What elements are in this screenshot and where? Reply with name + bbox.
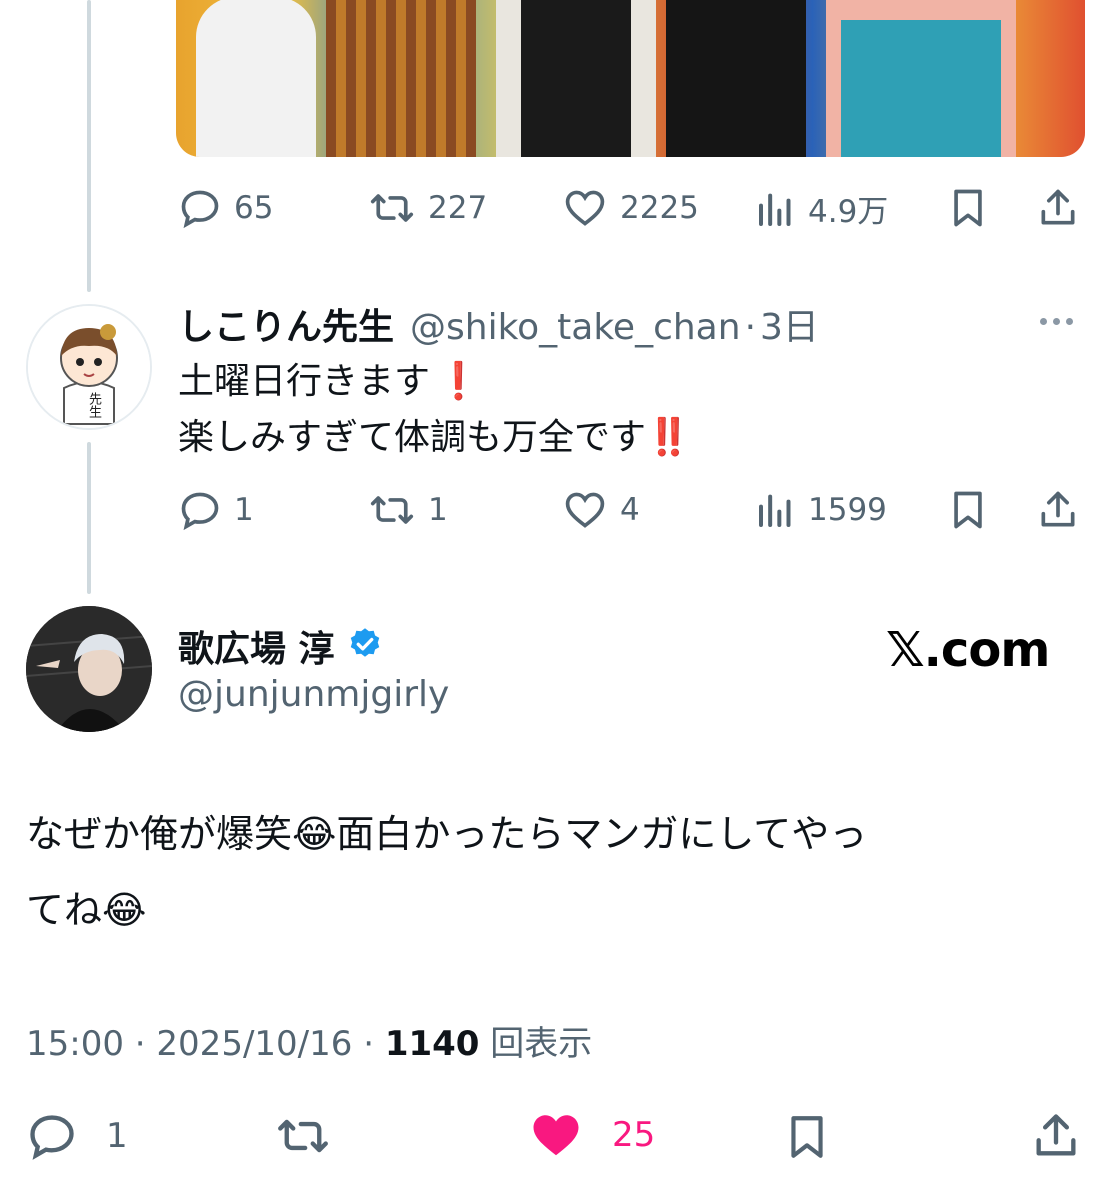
exclamation-emoji: ❗ [436, 361, 481, 402]
retweet-button-top[interactable]: 227 [368, 186, 487, 230]
separator-dot: · [744, 307, 757, 348]
heart-icon [562, 488, 608, 532]
user-handle[interactable]: @shiko_take_chan [410, 307, 741, 348]
main-tweet-text: なぜか俺が爆笑😂面白かったらマンガにしてやっ てね😂 [26, 796, 867, 948]
reply-time[interactable]: 3日 [760, 298, 819, 350]
tweet-photo[interactable] [176, 0, 1085, 157]
main-like-count: 25 [612, 1115, 656, 1155]
views-icon [756, 187, 796, 231]
retweet-button-reply[interactable]: 1 [368, 488, 448, 532]
bookmark-icon [946, 186, 990, 230]
avatar-shirt-text: 先生 [86, 392, 101, 418]
bookmark-icon [946, 488, 990, 532]
reply-icon [178, 488, 222, 532]
photo-figure-4 [521, 0, 631, 157]
reply-text-line2: 楽しみすぎて体調も万全です [178, 417, 647, 458]
photo-figure-1 [196, 0, 316, 157]
main-tweet-text-line2: てね😂 [26, 888, 147, 932]
reply-text: 土曜日行きます ❗ 楽しみすぎて体調も万全です‼️ [178, 354, 691, 466]
display-name[interactable]: しこりん先生 [178, 298, 394, 350]
share-icon [1036, 186, 1080, 230]
views-icon [756, 488, 796, 532]
meta-dot-2: · [363, 1024, 375, 1064]
photo-figure-5 [666, 0, 806, 157]
main-name-row: 歌広場 淳 [178, 620, 383, 672]
views-button-reply[interactable]: 1599 [756, 488, 887, 532]
share-button-reply[interactable] [1036, 488, 1080, 532]
thread-line-bottom [87, 442, 91, 594]
reply-count: 1 [234, 492, 254, 528]
heart-icon [562, 186, 608, 230]
reply-button-reply[interactable]: 1 [178, 488, 254, 532]
main-user-handle[interactable]: @junjunmjgirly [178, 674, 449, 715]
main-share-button[interactable] [1030, 1110, 1082, 1162]
retweet-count: 227 [428, 190, 488, 226]
views-count: 1599 [808, 492, 887, 528]
views-label: 回表示 [490, 1024, 593, 1064]
verified-badge-icon [347, 626, 383, 666]
bookmark-icon [782, 1110, 832, 1164]
heart-filled-icon [528, 1108, 584, 1162]
like-button-top[interactable]: 2225 [562, 186, 699, 230]
main-retweet-button[interactable] [274, 1110, 332, 1162]
tweet-date[interactable]: 2025/10/16 [156, 1024, 352, 1064]
retweet-icon [368, 488, 416, 532]
reply-header: しこりん先生 @shiko_take_chan · 3日 [178, 298, 819, 350]
share-button-top[interactable] [1036, 186, 1080, 230]
bookmark-button-top[interactable] [946, 186, 990, 230]
reply-icon [178, 186, 222, 230]
more-options-icon[interactable] [1040, 318, 1073, 325]
main-avatar[interactable] [26, 606, 152, 732]
reply-button-top[interactable]: 65 [178, 186, 273, 230]
reply-icon [26, 1110, 78, 1162]
tweet-time[interactable]: 15:00 [26, 1024, 124, 1064]
share-icon [1036, 488, 1080, 532]
main-avatar-photo [26, 606, 152, 732]
views-count: 4.9万 [808, 194, 889, 230]
share-icon [1030, 1110, 1082, 1162]
like-count: 2225 [620, 190, 699, 226]
main-reply-count: 1 [106, 1116, 128, 1156]
retweet-count: 1 [428, 492, 448, 528]
like-button-reply[interactable]: 4 [562, 488, 640, 532]
main-bookmark-button[interactable] [782, 1110, 832, 1164]
reply-text-line1: 土曜日行きます [178, 361, 431, 402]
like-count: 4 [620, 492, 640, 528]
retweet-icon [274, 1110, 332, 1162]
views-button-top[interactable]: 4.9万 [756, 186, 888, 231]
tweet-meta: 15:00 · 2025/10/16 · 1140 回表示 [26, 1016, 592, 1065]
main-display-name[interactable]: 歌広場 淳 [178, 620, 335, 672]
thread-line-top [87, 0, 91, 292]
main-reply-button[interactable]: 1 [26, 1110, 128, 1162]
bookmark-button-reply[interactable] [946, 488, 990, 532]
photo-figure-7 [841, 20, 1001, 157]
main-tweet-text-line1: なぜか俺が爆笑😂面白かったらマンガにしてやっ [26, 812, 868, 856]
x-com-brand: 𝕏.com [886, 622, 1050, 678]
retweet-icon [368, 186, 416, 230]
meta-dot-1: · [134, 1024, 146, 1064]
reply-count: 65 [234, 190, 274, 226]
views-total: 1140 [384, 1024, 480, 1064]
double-exclamation-emoji: ‼️ [646, 417, 691, 458]
photo-figure-2 [326, 0, 476, 157]
avatar[interactable]: 先生 [26, 304, 152, 430]
main-like-button[interactable]: 25 [528, 1108, 655, 1162]
